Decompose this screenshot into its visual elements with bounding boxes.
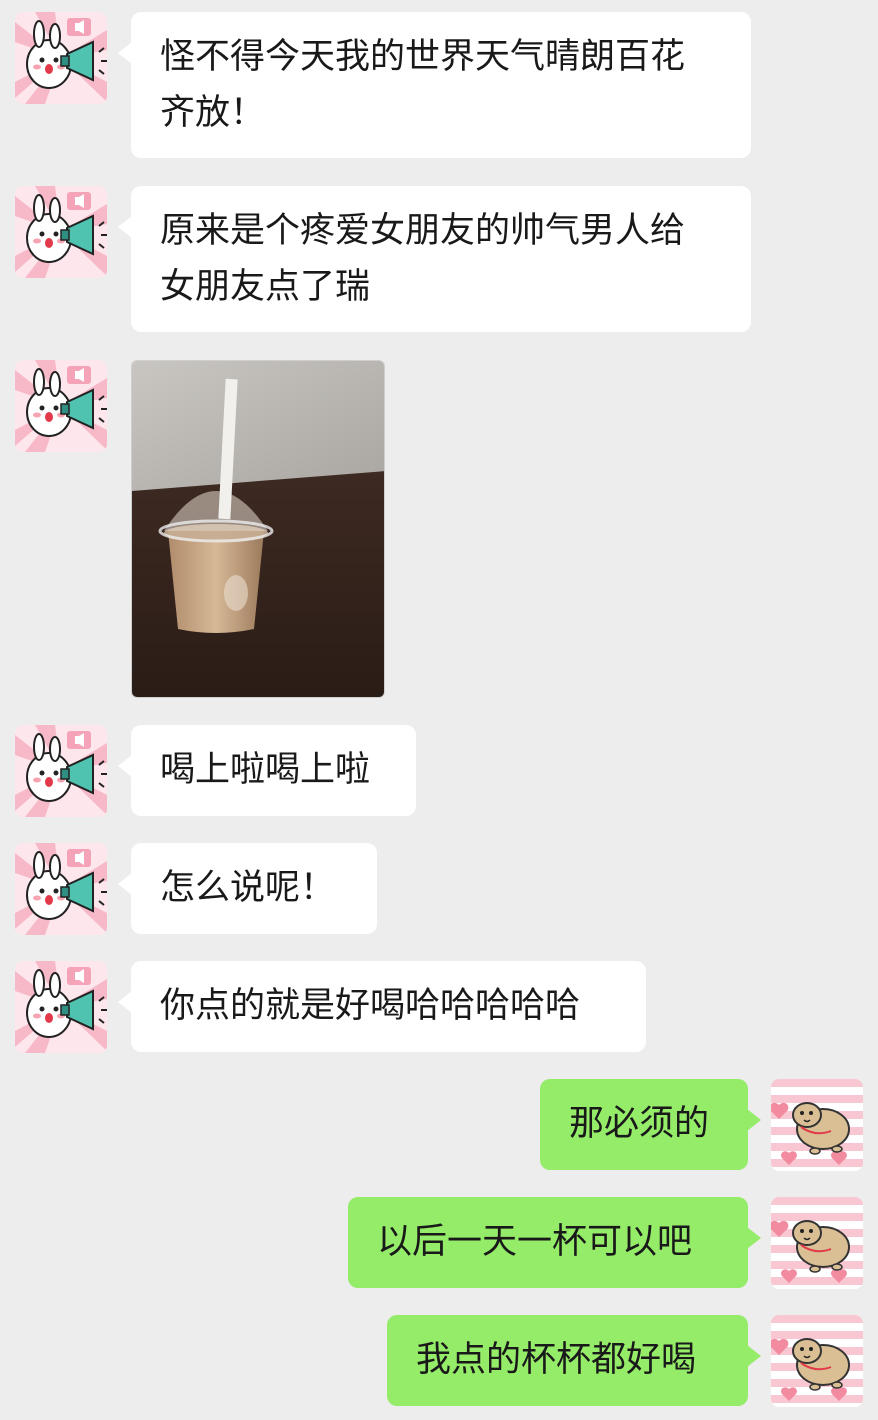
contact-avatar-icon[interactable] bbox=[15, 186, 107, 278]
message-bubble[interactable]: 那必须的 bbox=[540, 1079, 761, 1170]
message-bubble[interactable]: 原来是个疼爱女朋友的帅气男人给 女朋友点了瑞 bbox=[118, 186, 751, 332]
contact-avatar-icon[interactable] bbox=[15, 360, 107, 452]
iced-coffee-photo[interactable] bbox=[131, 360, 385, 698]
contact-avatar-icon[interactable] bbox=[15, 961, 107, 1053]
contact-avatar-icon[interactable] bbox=[15, 725, 107, 817]
message-bubble[interactable]: 喝上啦喝上啦 bbox=[118, 725, 416, 816]
user-avatar-icon[interactable] bbox=[771, 1197, 863, 1289]
message-bubble[interactable]: 你点的就是好喝哈哈哈哈哈 bbox=[118, 961, 646, 1052]
user-avatar-icon[interactable] bbox=[771, 1079, 863, 1171]
message-bubble[interactable]: 怪不得今天我的世界天气晴朗百花 齐放！ bbox=[118, 12, 751, 158]
contact-avatar-icon[interactable] bbox=[15, 12, 107, 104]
user-avatar-icon[interactable] bbox=[771, 1315, 863, 1407]
message-bubble[interactable]: 怎么说呢！ bbox=[118, 843, 377, 934]
contact-avatar-icon[interactable] bbox=[15, 843, 107, 935]
message-bubble[interactable]: 以后一天一杯可以吧 bbox=[348, 1197, 761, 1288]
message-bubble[interactable]: 我点的杯杯都好喝 bbox=[387, 1315, 761, 1406]
